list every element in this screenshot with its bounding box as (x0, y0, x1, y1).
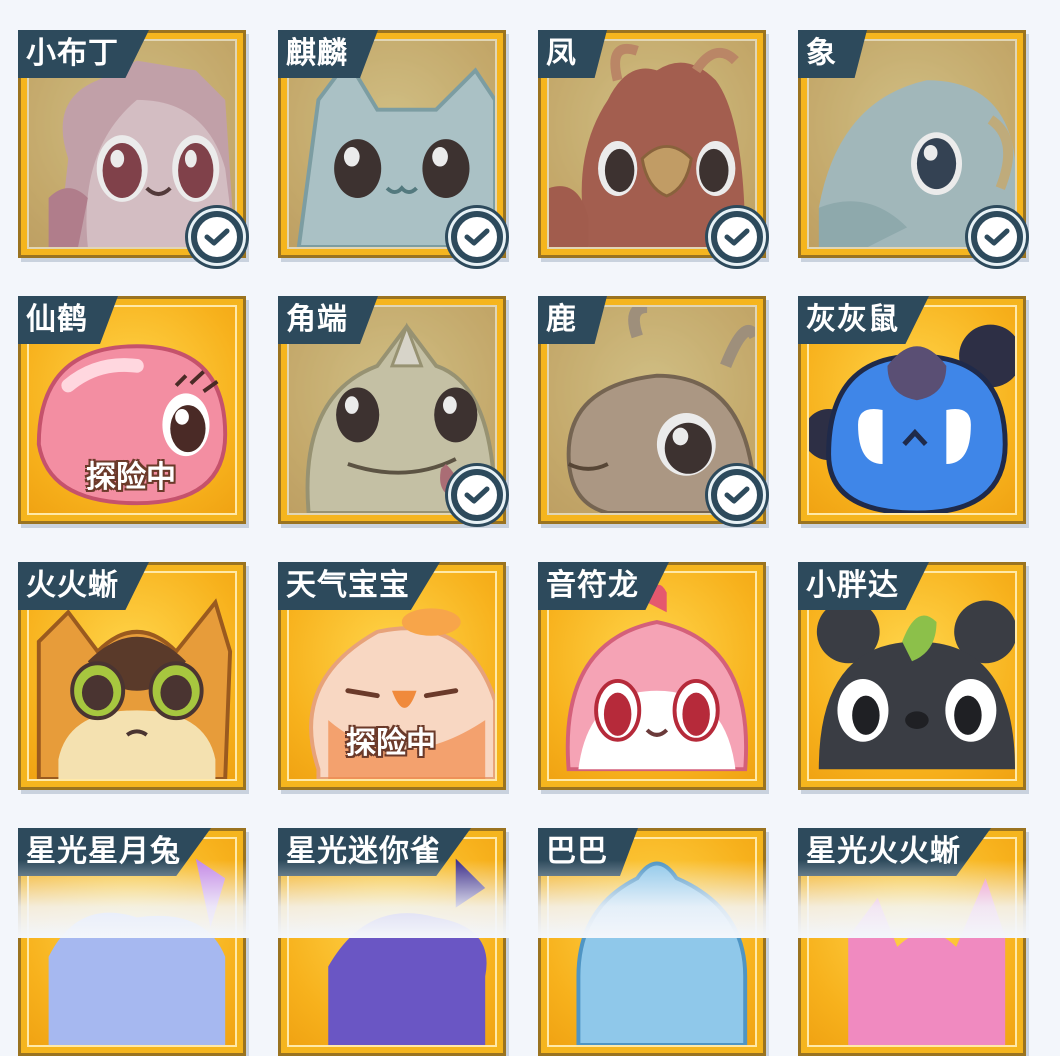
owned-check-icon (708, 466, 766, 524)
owned-check-icon (448, 466, 506, 524)
pet-card[interactable]: 火火蜥 (18, 562, 246, 790)
pet-card[interactable]: 仙鹤 探险中 (18, 296, 246, 524)
pet-grid: 小布丁 麒麟 凤 象 仙鹤 探险中 角端 鹿 灰灰鼠 火火蜥 天气宝宝 探险中 … (0, 0, 1060, 1056)
pet-card[interactable]: 小胖达 (798, 562, 1026, 790)
pet-card[interactable]: 角端 (278, 296, 506, 524)
owned-check-icon (188, 208, 246, 266)
pet-card[interactable]: 音符龙 (538, 562, 766, 790)
pet-card[interactable]: 星光火火蜥 (798, 828, 1026, 1056)
pet-card[interactable]: 星光迷你雀 (278, 828, 506, 1056)
pet-card[interactable]: 小布丁 (18, 30, 246, 266)
pet-card[interactable]: 灰灰鼠 (798, 296, 1026, 524)
pet-card[interactable]: 麒麟 (278, 30, 506, 266)
pet-card[interactable]: 凤 (538, 30, 766, 266)
pet-card[interactable]: 象 (798, 30, 1026, 266)
exploring-status: 探险中 (346, 726, 436, 761)
owned-check-icon (708, 208, 766, 266)
exploring-status: 探险中 (86, 460, 176, 495)
owned-check-icon (968, 208, 1026, 266)
owned-check-icon (448, 208, 506, 266)
pet-card[interactable]: 巴巴 (538, 828, 766, 1056)
pet-card[interactable]: 天气宝宝 探险中 (278, 562, 506, 790)
pet-card[interactable]: 星光星月兔 (18, 828, 246, 1056)
pet-card[interactable]: 鹿 (538, 296, 766, 524)
